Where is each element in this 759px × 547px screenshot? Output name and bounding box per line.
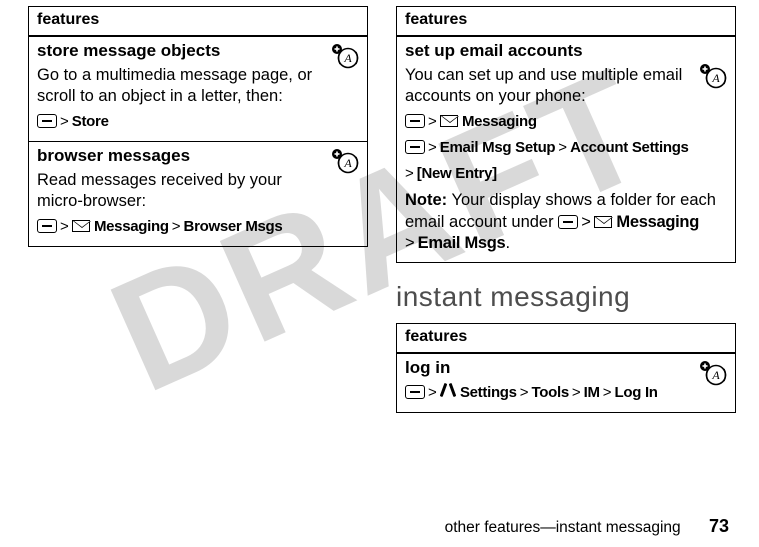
nav-item: Browser Msgs — [184, 218, 283, 235]
network-icon: A — [699, 63, 729, 89]
svg-text:A: A — [711, 71, 720, 85]
svg-text:A: A — [711, 368, 720, 382]
section-body: You can set up and use multiple email ac… — [405, 65, 727, 107]
nav-path: >Store — [37, 111, 359, 133]
menu-key-icon — [405, 140, 425, 154]
nav-item: Settings — [460, 384, 517, 401]
page-footer: other features—instant messaging 73 — [445, 516, 729, 537]
tools-icon — [440, 383, 456, 399]
nav-path: > Settings>Tools>IM>Log In — [405, 382, 727, 404]
network-icon: A — [331, 148, 361, 174]
svg-text:A: A — [343, 51, 352, 65]
envelope-icon — [72, 220, 90, 232]
two-column-layout: features A store message objects Go to a… — [0, 0, 759, 413]
nav-item: Messaging — [462, 113, 537, 130]
section-title: store message objects — [37, 41, 359, 61]
footer-text: other features—instant messaging — [445, 519, 681, 536]
nav-item: Log In — [614, 384, 657, 401]
nav-item: Account Settings — [570, 139, 689, 156]
nav-item: Messaging — [94, 218, 169, 235]
menu-key-icon — [37, 114, 57, 128]
network-icon: A — [699, 360, 729, 386]
section-browser-messages: A browser messages Read messages receive… — [29, 141, 367, 246]
section-setup-email: A set up email accounts You can set up a… — [397, 36, 735, 262]
nav-item: IM — [584, 384, 600, 401]
envelope-icon — [594, 216, 612, 228]
menu-key-icon — [558, 215, 578, 229]
table-header: features — [29, 7, 367, 36]
section-body: Go to a multimedia message page, or scro… — [37, 65, 359, 107]
nav-item: Store — [72, 113, 109, 130]
nav-path-line2: >Email Msg Setup>Account Settings — [405, 137, 727, 159]
nav-item: Email Msgs — [418, 234, 506, 252]
section-body: Read messages received by your micro-bro… — [37, 170, 359, 212]
im-features-table: features A log in > Settings>Tools>IM>Lo… — [396, 323, 736, 413]
menu-key-icon — [37, 219, 57, 233]
section-login: A log in > Settings>Tools>IM>Log In — [397, 353, 735, 412]
nav-path: > Messaging>Browser Msgs — [37, 216, 359, 238]
table-header: features — [397, 7, 735, 36]
right-column: features A set up email accounts You can… — [396, 6, 736, 413]
menu-key-icon — [405, 385, 425, 399]
note-text: Note: Your display shows a folder for ea… — [405, 190, 727, 253]
section-store-message-objects: A store message objects Go to a multimed… — [29, 36, 367, 141]
nav-item: Messaging — [616, 213, 699, 231]
table-header: features — [397, 324, 735, 353]
nav-path-line1: > Messaging — [405, 111, 727, 133]
section-title: log in — [405, 358, 727, 378]
envelope-icon — [440, 115, 458, 127]
note-label: Note: — [405, 191, 447, 209]
nav-item: Email Msg Setup — [440, 139, 556, 156]
nav-path-line3: >[New Entry] — [405, 163, 727, 185]
section-title: browser messages — [37, 146, 359, 166]
menu-key-icon — [405, 114, 425, 128]
page-number: 73 — [709, 516, 729, 536]
svg-text:A: A — [343, 156, 352, 170]
network-icon: A — [331, 43, 361, 69]
left-column: features A store message objects Go to a… — [28, 6, 368, 413]
note-period: . — [505, 234, 510, 252]
section-title: set up email accounts — [405, 41, 727, 61]
nav-item: Tools — [531, 384, 568, 401]
left-features-table: features A store message objects Go to a… — [28, 6, 368, 247]
right-features-table: features A set up email accounts You can… — [396, 6, 736, 263]
nav-item: [New Entry] — [417, 165, 497, 182]
section-heading: instant messaging — [396, 281, 736, 313]
